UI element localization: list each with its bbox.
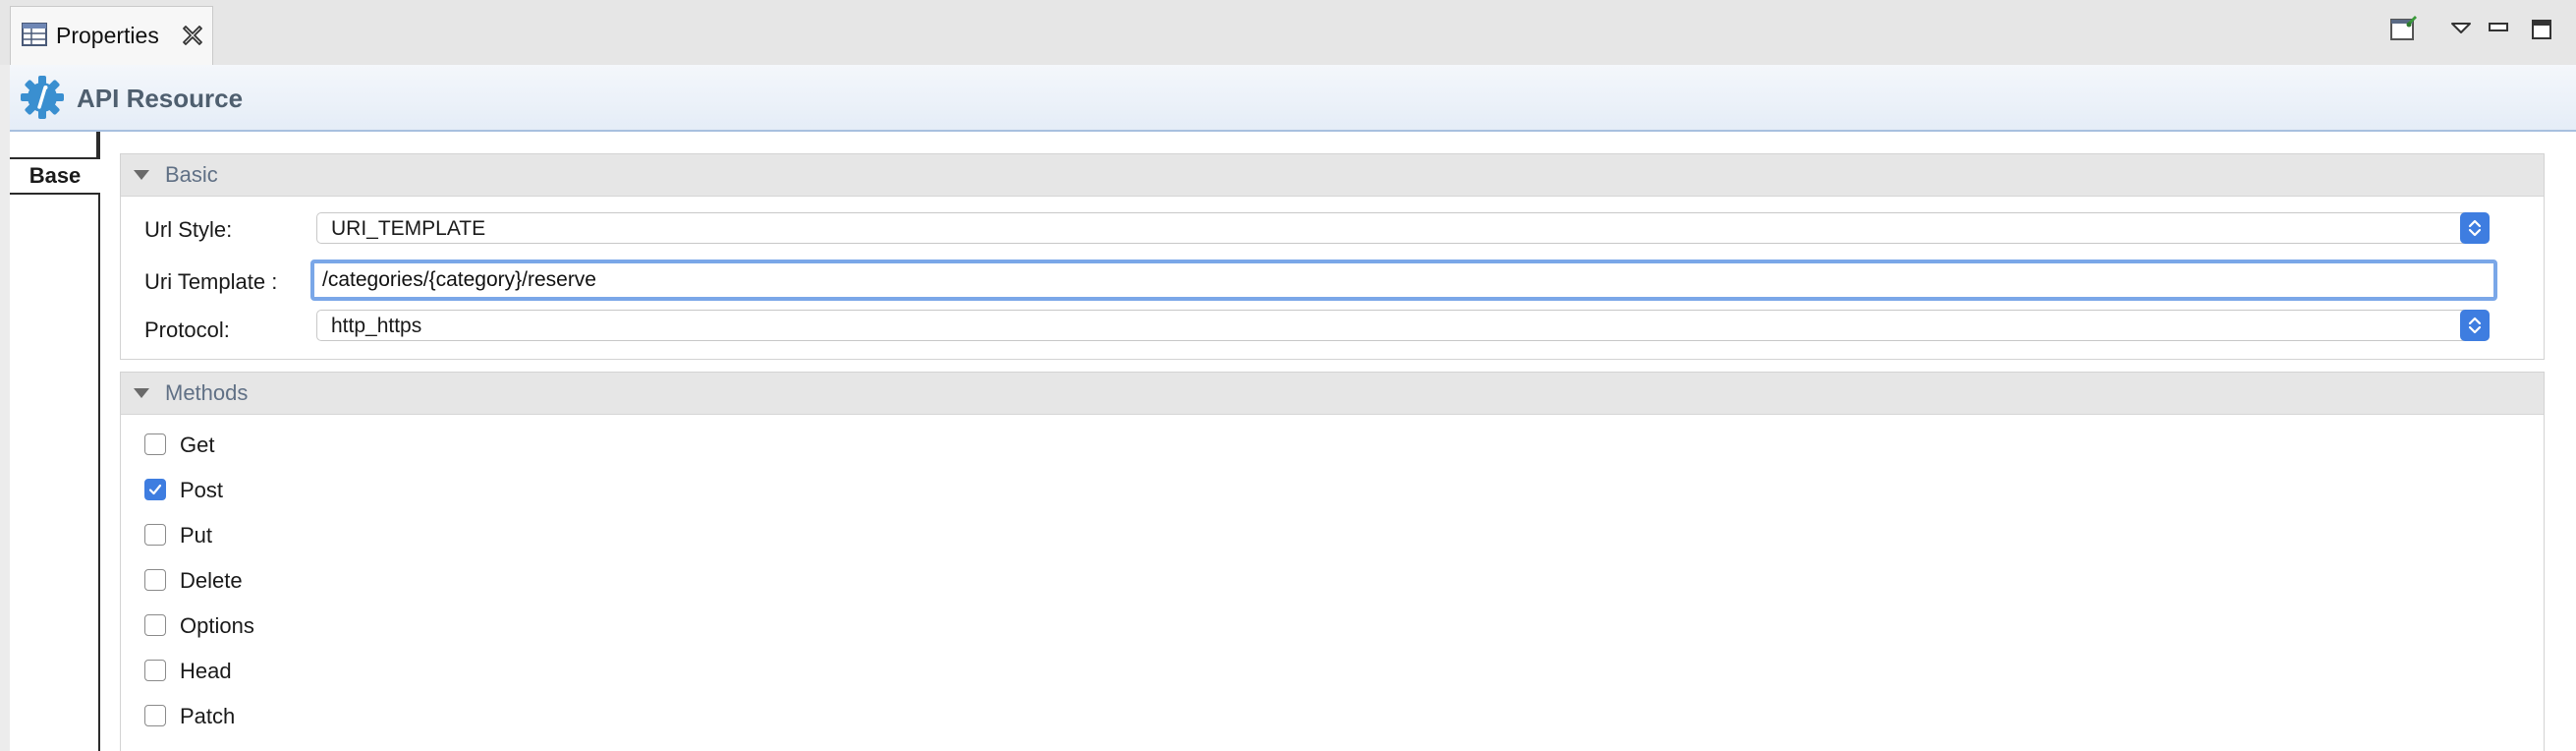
checkbox-box[interactable] [144, 433, 166, 455]
checkbox-box[interactable] [144, 524, 166, 546]
expand-triangle-icon[interactable] [134, 388, 149, 398]
side-tab-base[interactable]: Base [10, 157, 103, 195]
tab-title: Properties [56, 23, 159, 48]
minimize-icon[interactable] [2484, 14, 2513, 43]
method-label: Patch [180, 704, 236, 728]
tab-divider [96, 132, 98, 157]
uri-template-input[interactable] [314, 263, 2493, 297]
url-style-label: Url Style: [144, 217, 233, 242]
properties-tab[interactable]: Properties [10, 6, 213, 65]
form-header: API Resource [10, 65, 2576, 132]
method-label: Put [180, 523, 213, 548]
checkbox-box[interactable] [144, 479, 166, 500]
method-label: Delete [180, 568, 243, 593]
methods-section-header[interactable]: Methods [121, 373, 2544, 415]
maximize-icon[interactable] [2527, 14, 2556, 43]
protocol-value: http_https [331, 315, 422, 337]
uri-template-label: Uri Template : [144, 269, 278, 294]
checkbox-box[interactable] [144, 660, 166, 681]
page-title: API Resource [77, 84, 244, 113]
side-tab-strip: Base [10, 132, 103, 751]
checkbox-box[interactable] [144, 705, 166, 726]
method-label: Get [180, 433, 215, 457]
basic-section-header[interactable]: Basic [121, 154, 2544, 197]
protocol-label: Protocol: [144, 318, 230, 342]
checkbox-box[interactable] [144, 569, 166, 591]
properties-content: Base Basic Url Style: URI_TEMPLATE Uri T… [10, 132, 2576, 751]
pin-view-icon[interactable] [2389, 14, 2419, 43]
method-label: Head [180, 659, 232, 683]
method-label: Options [180, 613, 254, 638]
table-icon [21, 21, 48, 48]
api-gear-icon [20, 75, 65, 120]
url-style-value: URI_TEMPLATE [331, 217, 486, 240]
basic-section: Basic Url Style: URI_TEMPLATE Uri Templa… [120, 153, 2545, 360]
methods-section: Methods Get Post Put Delete Options Head… [120, 372, 2545, 751]
view-tab-bar: Properties [0, 0, 2576, 65]
expand-triangle-icon[interactable] [134, 170, 149, 180]
chevron-up-down-icon[interactable] [2460, 310, 2490, 341]
methods-section-title: Methods [165, 380, 249, 405]
protocol-select[interactable]: http_https [316, 310, 2490, 341]
basic-section-title: Basic [165, 162, 218, 187]
method-label: Post [180, 478, 224, 502]
uri-template-field [310, 260, 2497, 301]
url-style-select[interactable]: URI_TEMPLATE [316, 212, 2490, 244]
view-menu-icon[interactable] [2446, 14, 2476, 43]
chevron-up-down-icon[interactable] [2460, 212, 2490, 244]
checkbox-box[interactable] [144, 614, 166, 636]
close-icon[interactable] [180, 22, 205, 47]
checkmark-icon [148, 484, 162, 495]
